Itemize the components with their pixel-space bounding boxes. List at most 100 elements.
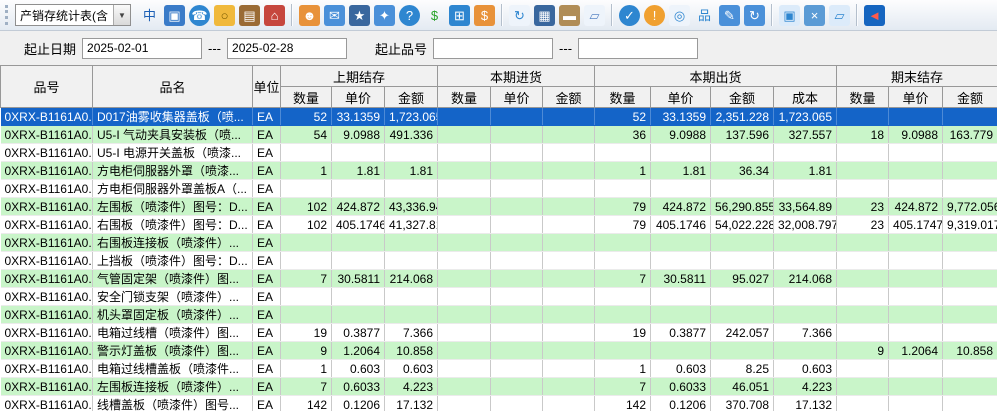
mail-icon[interactable]: ✉	[324, 5, 345, 26]
unit-cell: EA	[253, 360, 281, 378]
end-balance-cell	[943, 252, 997, 270]
table-row[interactable]: 0XRX-B1161A0...方电柜伺服器外罩盖板A（...EA	[1, 180, 997, 198]
table-row[interactable]: 0XRX-B1161A0...右围板连接板（喷漆件）...EA	[1, 234, 997, 252]
item-no-cell: 0XRX-B1161A0...	[1, 216, 93, 234]
table-row[interactable]: 0XRX-B1161A0...安全门锁支架（喷漆件）...EA	[1, 288, 997, 306]
table-row[interactable]: 0XRX-B1161A0...警示灯盖板（喷漆件）图...EA91.206410…	[1, 342, 997, 360]
prev-balance-cell	[385, 180, 438, 198]
table-row[interactable]: 0XRX-B1161A0...上挡板（喷漆件）图号：D...EA	[1, 252, 997, 270]
end-balance-cell	[837, 162, 889, 180]
shipment-cell	[651, 180, 711, 198]
copy-icon[interactable]: ▱	[584, 5, 605, 26]
table-row[interactable]: 0XRX-B1161A0...气管固定架（喷漆件）图...EA730.58112…	[1, 270, 997, 288]
end-balance-cell	[943, 324, 997, 342]
toolbar-grip[interactable]	[5, 5, 10, 25]
purchase-cell	[491, 162, 543, 180]
sub-header: 数量	[281, 87, 332, 108]
end-balance-cell: 405.1747	[889, 216, 943, 234]
prev-balance-cell: 0.603	[385, 360, 438, 378]
shipment-cell	[711, 180, 774, 198]
table-row[interactable]: 0XRX-B1161A0...线槽盖板（喷漆件）图号...EA1420.1206…	[1, 396, 997, 411]
item-name-cell: 方电柜伺服器外罩（喷漆...	[93, 162, 253, 180]
document-search-icon[interactable]: ◎	[669, 5, 690, 26]
date-from-input[interactable]	[82, 38, 202, 59]
restore-window-icon[interactable]: ▣	[779, 5, 800, 26]
phone-icon[interactable]: ☎	[189, 5, 210, 26]
prev-balance-cell: 1	[281, 162, 332, 180]
purchase-cell	[543, 108, 595, 126]
prev-balance-cell: 1	[281, 360, 332, 378]
end-balance-cell: 23	[837, 198, 889, 216]
archive-box-icon[interactable]: ▬	[559, 5, 580, 26]
users-icon[interactable]: ☻	[299, 5, 320, 26]
purchase-cell	[543, 180, 595, 198]
table-body: 0XRX-B1161A0...D017油雾收集器盖板（喷...EA5233.13…	[1, 108, 997, 411]
table-row[interactable]: 0XRX-B1161A0...右围板（喷漆件）图号：D...EA102405.1…	[1, 216, 997, 234]
shipment-cell: 1	[595, 162, 651, 180]
report-type-dropdown[interactable]: 产销存统计表(含 ▼	[15, 4, 131, 26]
home-icon[interactable]: ⌂	[264, 5, 285, 26]
calculator-icon[interactable]: ▦	[534, 5, 555, 26]
close-window-icon[interactable]: ×	[804, 5, 825, 26]
table-row[interactable]: 0XRX-B1161A0...左围板连接板（喷漆件）...EA70.60334.…	[1, 378, 997, 396]
alarm-bell-icon[interactable]: !	[644, 5, 665, 26]
design-icon[interactable]: ✎	[719, 5, 740, 26]
prev-balance-cell: 7	[281, 378, 332, 396]
table-row[interactable]: 0XRX-B1161A0...U5-I 气动夹具安装板（喷...EA549.09…	[1, 126, 997, 144]
shopping-cart-icon[interactable]: ⊞	[449, 5, 470, 26]
purchase-cell	[491, 108, 543, 126]
unit-cell: EA	[253, 378, 281, 396]
table-row[interactable]: 0XRX-B1161A0...方电柜伺服器外罩（喷漆...EA11.811.81…	[1, 162, 997, 180]
shipment-cell: 405.1746	[651, 216, 711, 234]
table-row[interactable]: 0XRX-B1161A0...左围板（喷漆件）图号：D...EA102424.8…	[1, 198, 997, 216]
report-refresh-icon[interactable]: ↻	[509, 5, 530, 26]
shipment-cell: 33.1359	[651, 108, 711, 126]
shipment-cell: 1.81	[774, 162, 837, 180]
translate-icon[interactable]: 中	[139, 5, 160, 26]
shipment-cell: 370.708	[711, 396, 774, 411]
item-from-input[interactable]	[433, 38, 553, 59]
shipment-cell	[595, 288, 651, 306]
table-row[interactable]: 0XRX-B1161A0...电箱过线槽（喷漆件）图...EA190.38777…	[1, 324, 997, 342]
table-row[interactable]: 0XRX-B1161A0...电箱过线槽盖板（喷漆件...EA10.6030.6…	[1, 360, 997, 378]
money-icon[interactable]: $	[424, 5, 445, 26]
computer-icon[interactable]: ▣	[164, 5, 185, 26]
exit-icon[interactable]: ◄	[864, 5, 885, 26]
unit-cell: EA	[253, 126, 281, 144]
item-name-cell: 右围板（喷漆件）图号：D...	[93, 216, 253, 234]
purchase-cell	[438, 198, 491, 216]
org-chart-icon[interactable]: 品	[694, 5, 715, 26]
item-no-cell: 0XRX-B1161A0...	[1, 162, 93, 180]
lock-key-icon[interactable]: ○	[214, 5, 235, 26]
billing-person-icon[interactable]: $	[474, 5, 495, 26]
prev-balance-cell	[281, 234, 332, 252]
help-icon[interactable]: ?	[399, 5, 420, 26]
shipment-cell: 0.1206	[651, 396, 711, 411]
item-to-input[interactable]	[578, 38, 698, 59]
cascade-windows-icon[interactable]: ▱	[829, 5, 850, 26]
table-row[interactable]: 0XRX-B1161A0...U5-I 电源开关盖板（喷漆...EA	[1, 144, 997, 162]
sub-header: 数量	[837, 87, 889, 108]
table-row[interactable]: 0XRX-B1161A0...机头罩固定板（喷漆件）...EA	[1, 306, 997, 324]
key-icon[interactable]: ✦	[374, 5, 395, 26]
unit-cell: EA	[253, 180, 281, 198]
shipment-cell	[595, 306, 651, 324]
table-row[interactable]: 0XRX-B1161A0...D017油雾收集器盖板（喷...EA5233.13…	[1, 108, 997, 126]
check-icon[interactable]: ✓	[619, 5, 640, 26]
item-no-cell: 0XRX-B1161A0...	[1, 180, 93, 198]
item-name-cell: 上挡板（喷漆件）图号：D...	[93, 252, 253, 270]
shipment-cell: 36	[595, 126, 651, 144]
shipment-cell	[651, 288, 711, 306]
briefcase-icon[interactable]: ▤	[239, 5, 260, 26]
sub-header: 数量	[595, 87, 651, 108]
prev-balance-cell: 102	[281, 198, 332, 216]
date-to-input[interactable]	[227, 38, 347, 59]
refresh-icon[interactable]: ↻	[744, 5, 765, 26]
end-balance-cell: 424.872	[889, 198, 943, 216]
shipment-cell: 79	[595, 198, 651, 216]
shipment-cell	[651, 252, 711, 270]
notebook-star-icon[interactable]: ★	[349, 5, 370, 26]
chevron-down-icon[interactable]: ▼	[113, 5, 130, 25]
end-balance-cell	[837, 324, 889, 342]
purchase-cell	[438, 180, 491, 198]
